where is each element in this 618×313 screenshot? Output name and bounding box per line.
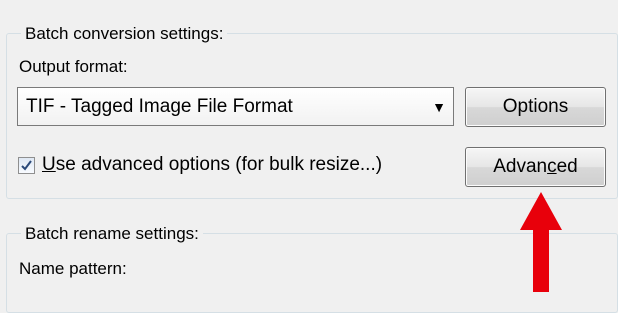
red-up-arrow-icon: [520, 192, 562, 292]
output-format-value: TIF - Tagged Image File Format: [26, 95, 293, 117]
options-button-label: Options: [502, 96, 569, 117]
checkmark-icon: [21, 159, 32, 171]
options-button[interactable]: Options: [465, 87, 606, 127]
output-format-label: Output format:: [19, 57, 128, 76]
output-format-select[interactable]: TIF - Tagged Image File Format ▼: [17, 87, 454, 126]
name-pattern-label: Name pattern:: [19, 259, 127, 278]
dropdown-arrow-icon[interactable]: ▼: [425, 99, 453, 115]
advanced-options-row: Use advanced options (for bulk resize...…: [18, 150, 382, 180]
batch-rename-title: Batch rename settings:: [21, 223, 203, 245]
advanced-options-label[interactable]: Use advanced options (for bulk resize...…: [42, 154, 382, 176]
batch-conversion-title: Batch conversion settings:: [21, 23, 228, 45]
advanced-button[interactable]: Advanced: [465, 147, 606, 187]
advanced-button-label: Advanced: [493, 156, 578, 177]
advanced-options-checkbox[interactable]: [18, 156, 35, 174]
